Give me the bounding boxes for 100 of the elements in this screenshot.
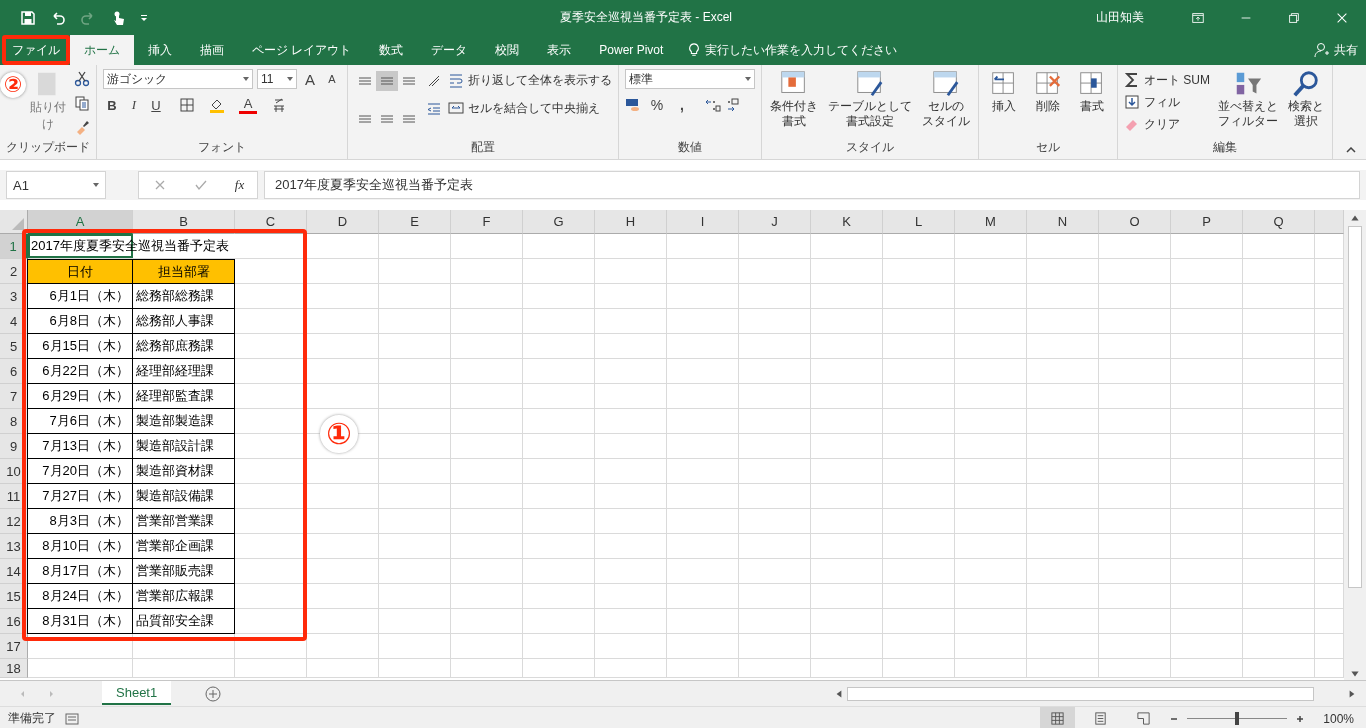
sheet-cell[interactable] [1243, 434, 1315, 459]
sheet-cell[interactable] [379, 309, 451, 334]
sheet-cell[interactable] [379, 409, 451, 434]
sheet-cell[interactable] [1243, 334, 1315, 359]
sheet-cell[interactable] [595, 284, 667, 309]
sheet-cell[interactable] [811, 509, 883, 534]
sheet-cell[interactable] [595, 434, 667, 459]
sheet-tab[interactable]: Sheet1 [102, 681, 172, 705]
table-cell[interactable]: 品質部安全課 [132, 609, 235, 634]
sheet-cell[interactable] [1027, 234, 1099, 259]
number-format-field[interactable]: 標準 [625, 69, 755, 89]
underline-button[interactable]: U [147, 95, 165, 115]
sheet-cell[interactable] [451, 634, 523, 659]
sheet-cell[interactable] [1099, 309, 1171, 334]
sheet-cell[interactable] [307, 659, 379, 678]
sheet-cell[interactable] [1171, 559, 1243, 584]
sheet-cell[interactable] [1171, 309, 1243, 334]
sheet-cell[interactable] [739, 359, 811, 384]
sheet-cell[interactable] [451, 509, 523, 534]
sheet-cell[interactable] [379, 584, 451, 609]
sheet-cell[interactable] [1243, 509, 1315, 534]
ribbon-tab[interactable]: ページ レイアウト [238, 35, 366, 65]
sheet-cell[interactable] [883, 484, 955, 509]
sheet-cell[interactable] [883, 334, 955, 359]
sheet-cell[interactable] [1099, 409, 1171, 434]
sheet-cell[interactable] [739, 259, 811, 284]
font-name-field[interactable]: 游ゴシック [103, 69, 253, 89]
sheet-cell[interactable] [523, 234, 595, 259]
sheet-cell[interactable] [667, 459, 739, 484]
sheet-cell[interactable] [955, 659, 1027, 678]
insert-cells-button[interactable]: 挿入 [985, 69, 1023, 139]
sheet-cell[interactable] [1027, 659, 1099, 678]
table-cell[interactable]: 8月31日（木） [27, 609, 133, 634]
sheet-cell[interactable] [1171, 409, 1243, 434]
ribbon-tab[interactable]: 数式 [365, 35, 418, 65]
sheet-cell[interactable] [1243, 359, 1315, 384]
sheet-cell[interactable] [133, 634, 235, 659]
sheet-cell[interactable] [28, 659, 133, 678]
sheet-cell[interactable] [883, 459, 955, 484]
sheet-cell[interactable] [523, 484, 595, 509]
table-cell[interactable]: 営業部販売課 [132, 559, 235, 584]
sheet-cell[interactable] [1243, 409, 1315, 434]
font-color-button[interactable]: A [239, 96, 257, 114]
sheet-cell[interactable] [451, 234, 523, 259]
sheet-cell[interactable] [955, 584, 1027, 609]
column-header[interactable]: N [1027, 210, 1099, 234]
sheet-cell[interactable] [1099, 634, 1171, 659]
column-header[interactable]: K [811, 210, 883, 234]
sheet-cell[interactable] [667, 259, 739, 284]
sheet-cell[interactable] [739, 584, 811, 609]
sheet-cell[interactable] [379, 459, 451, 484]
shrink-font-button[interactable]: A [323, 69, 341, 89]
sheet-cell[interactable] [739, 334, 811, 359]
sheet-cell[interactable] [523, 259, 595, 284]
column-header[interactable]: D [307, 210, 379, 234]
share-button[interactable]: 共有 [1314, 35, 1358, 65]
sheet-cell[interactable] [883, 309, 955, 334]
sheet-cell[interactable] [955, 484, 1027, 509]
sheet-cell[interactable] [379, 359, 451, 384]
sheet-cell[interactable] [955, 259, 1027, 284]
sheet-cell[interactable] [883, 359, 955, 384]
sheet-cell[interactable] [307, 309, 379, 334]
column-header[interactable]: Q [1243, 210, 1315, 234]
sheet-cell[interactable] [955, 559, 1027, 584]
sheet-cell[interactable] [1243, 659, 1315, 678]
sheet-cell[interactable] [1243, 309, 1315, 334]
restore-icon[interactable] [1287, 10, 1301, 25]
sheet-cell[interactable] [1243, 634, 1315, 659]
table-cell[interactable]: 総務部人事課 [132, 309, 235, 334]
sheet-cell[interactable] [307, 534, 379, 559]
cut-icon[interactable] [74, 71, 90, 87]
sheet-cell[interactable] [379, 509, 451, 534]
sheet-cell[interactable] [739, 384, 811, 409]
sheet-cell[interactable] [667, 659, 739, 678]
table-cell[interactable]: 製造部設備課 [132, 484, 235, 509]
sheet-cell[interactable] [1171, 609, 1243, 634]
sheet-cell[interactable] [1099, 559, 1171, 584]
sheet-cell[interactable] [955, 609, 1027, 634]
formula-field[interactable]: 2017年度夏季安全巡視当番予定表 [264, 171, 1360, 199]
sheet-cell[interactable] [955, 384, 1027, 409]
sheet-cell[interactable] [739, 559, 811, 584]
sheet-cell[interactable] [451, 359, 523, 384]
sheet-cell[interactable] [1099, 359, 1171, 384]
sheet-cell[interactable] [523, 284, 595, 309]
sheet-cell[interactable] [595, 459, 667, 484]
sheet-cell[interactable] [1027, 284, 1099, 309]
sheet-cell[interactable] [595, 584, 667, 609]
sheet-cell[interactable] [595, 484, 667, 509]
table-cell[interactable]: 8月24日（木） [27, 584, 133, 609]
table-cell[interactable]: 経理部経理課 [132, 359, 235, 384]
sheet-cell[interactable] [1243, 459, 1315, 484]
sheet-cell[interactable] [739, 634, 811, 659]
zoom-slider-thumb[interactable] [1235, 712, 1240, 725]
sheet-cell[interactable] [1099, 259, 1171, 284]
table-cell[interactable]: 7月13日（木） [27, 434, 133, 459]
ribbon-tab[interactable]: 校閲 [481, 35, 534, 65]
table-cell[interactable]: 8月10日（木） [27, 534, 133, 559]
sheet-cell[interactable] [451, 534, 523, 559]
sheet-cell[interactable] [1171, 359, 1243, 384]
table-cell[interactable]: 6月8日（木） [27, 309, 133, 334]
